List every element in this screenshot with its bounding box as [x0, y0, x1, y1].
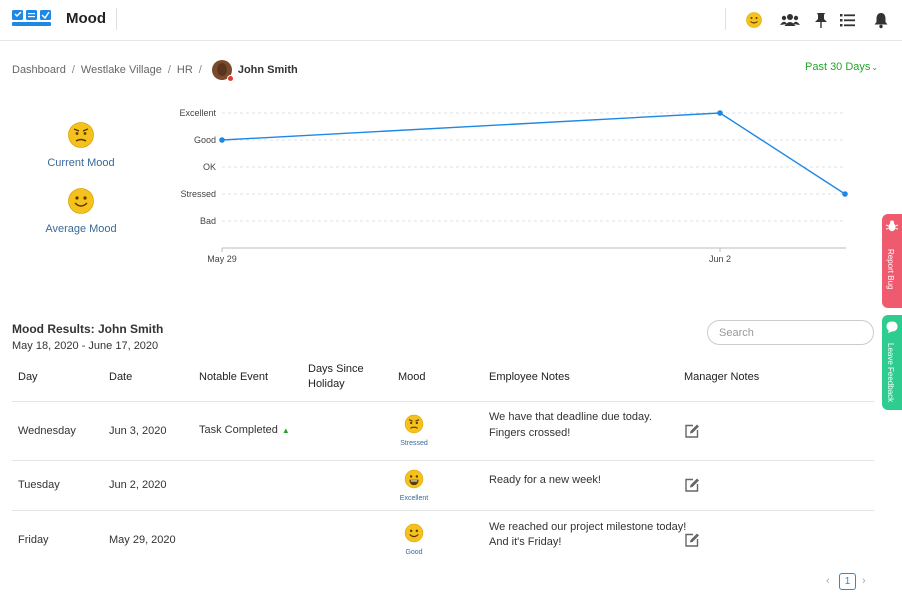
employee-name: John Smith [237, 64, 298, 76]
x-tick-label: May 29 [207, 254, 237, 264]
leave-feedback-label: Leave Feedback [886, 343, 895, 403]
column-header-notable-event[interactable]: Notable Event [199, 370, 268, 385]
breadcrumb-dashboard[interactable]: Dashboard [12, 64, 66, 76]
top-bar: Mood [0, 0, 902, 41]
edit-icon[interactable] [684, 477, 700, 493]
breadcrumb: Dashboard / Westlake Village / HR / John… [12, 60, 298, 82]
breadcrumb-separator: / [167, 64, 171, 76]
header-divider [116, 8, 117, 30]
data-point [717, 110, 723, 116]
average-mood: Average Mood [31, 187, 131, 235]
column-header-manager-notes[interactable]: Manager Notes [684, 370, 759, 385]
employee-notes-line: We reached our project milestone today! [489, 521, 687, 533]
y-tick-label: OK [203, 162, 216, 172]
app-title: Mood [66, 10, 106, 27]
mood-label: Good [405, 549, 423, 556]
data-point [219, 137, 225, 143]
column-header-days-since-holiday[interactable]: Days Since Holiday [308, 362, 370, 392]
team-icon[interactable] [780, 11, 800, 29]
current-mood: Current Mood [31, 121, 131, 169]
chevron-down-icon: ⌄ [871, 63, 879, 72]
row-mood: Excellent [384, 469, 444, 502]
row-notable-event: Task Completed ▲ [199, 423, 290, 438]
edit-icon[interactable] [684, 423, 700, 439]
chat-bubble-icon [886, 321, 898, 333]
mood-label: Excellent [399, 495, 429, 502]
notable-event-label: Task Completed [199, 424, 278, 436]
stressed-face-icon [68, 122, 94, 148]
column-header-mood[interactable]: Mood [398, 370, 426, 385]
column-header-employee-notes[interactable]: Employee Notes [489, 370, 570, 385]
row-mood: Good [384, 523, 444, 556]
good-face-icon [68, 188, 94, 214]
x-tick-label: Jun 2 [709, 254, 731, 264]
y-tick-label: Bad [200, 216, 216, 226]
period-label: Past 30 Days [805, 61, 871, 73]
average-mood-label: Average Mood [45, 223, 117, 235]
employee-notes-line: Ready for a new week! [489, 474, 601, 486]
employee-notes-line: And it's Friday! [489, 536, 562, 548]
current-mood-label: Current Mood [47, 157, 115, 169]
breadcrumb-separator: / [198, 64, 202, 76]
report-bug-tab[interactable]: Report Bug [882, 214, 902, 308]
results-title: Mood Results: John Smith [12, 322, 164, 336]
employee-notes-line: We have that deadline due today. [489, 411, 652, 423]
stressed-face-icon [404, 414, 424, 434]
data-point [842, 191, 848, 197]
mood-line-chart: Bad Stressed OK Good Excellent May 29 Jun 2 [179, 108, 848, 264]
leave-feedback-tab[interactable]: Leave Feedback [882, 315, 902, 410]
row-date: Jun 2, 2020 [109, 479, 167, 491]
mood-label: Stressed [400, 440, 428, 447]
row-day: Friday [18, 534, 49, 546]
column-header-date[interactable]: Date [109, 370, 132, 385]
bug-icon [885, 220, 899, 232]
mood-smiley-icon[interactable] [745, 11, 763, 29]
pagination-page[interactable]: 1 [839, 573, 856, 590]
status-dot [226, 75, 234, 82]
list-icon[interactable] [839, 11, 857, 29]
series-line [221, 112, 846, 195]
y-tick-label: Good [194, 135, 216, 145]
breadcrumb-hr[interactable]: HR [177, 64, 193, 76]
report-bug-label: Report Bug [886, 249, 895, 290]
breadcrumb-westlake-village[interactable]: Westlake Village [81, 64, 162, 76]
column-header-day[interactable]: Day [18, 370, 38, 385]
header-divider [725, 8, 726, 30]
excellent-face-icon [404, 469, 424, 489]
pagination-next[interactable]: › [862, 575, 866, 587]
bell-icon[interactable] [872, 11, 890, 29]
row-day: Wednesday [18, 425, 76, 437]
results-date-range: May 18, 2020 - June 17, 2020 [12, 340, 159, 352]
pagination-prev[interactable]: ‹ [826, 575, 830, 587]
y-tick-label: Excellent [179, 108, 216, 118]
breadcrumb-separator: / [71, 64, 75, 76]
employee-notes-line: Fingers crossed! [489, 427, 571, 439]
edit-icon[interactable] [684, 532, 700, 548]
good-face-icon [404, 523, 424, 543]
y-tick-label: Stressed [180, 189, 216, 199]
search-input[interactable] [707, 320, 874, 345]
row-day: Tuesday [18, 479, 60, 491]
period-dropdown[interactable]: Past 30 Days⌄ [805, 61, 878, 73]
avatar-face [216, 63, 227, 76]
triangle-up-icon: ▲ [281, 426, 290, 435]
row-date: Jun 3, 2020 [109, 425, 167, 437]
row-date: May 29, 2020 [109, 534, 176, 546]
avatar[interactable] [211, 60, 234, 82]
row-mood: Stressed [384, 414, 444, 447]
pin-icon[interactable] [812, 11, 830, 29]
mood-logo-icon[interactable] [12, 9, 52, 27]
